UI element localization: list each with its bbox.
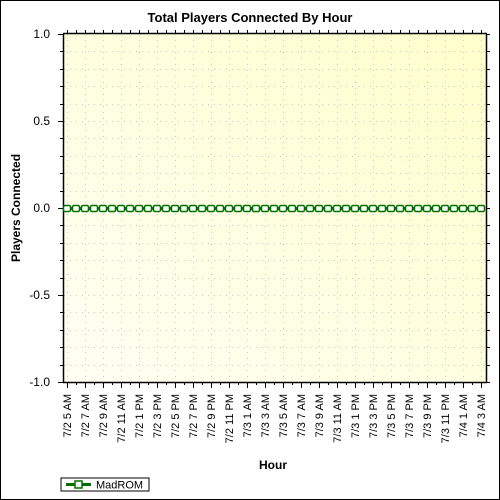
legend-marker-icon	[74, 480, 83, 489]
x-tick-label: 7/3 3 AM	[260, 394, 272, 437]
x-tick-label: 7/2 11 PM	[224, 394, 236, 443]
x-tick-label: 7/3 3 PM	[368, 394, 380, 438]
x-tick-label: 7/2 5 AM	[62, 394, 74, 437]
data-point-marker	[224, 204, 234, 213]
data-point-marker	[458, 204, 468, 213]
data-point-marker	[359, 204, 369, 213]
data-point-marker	[107, 204, 117, 213]
x-tick-label: 7/3 11 AM	[332, 394, 344, 443]
x-tick-label: 7/2 11 AM	[116, 394, 128, 443]
x-tick-label: 7/2 3 PM	[152, 394, 164, 438]
data-point-marker	[404, 204, 414, 213]
x-tick-label: 7/3 5 AM	[278, 394, 290, 437]
data-point-marker	[323, 204, 333, 213]
data-point-marker	[449, 204, 459, 213]
series-madrom	[62, 204, 486, 213]
y-tick-label: -0.5	[29, 288, 50, 302]
y-tick-label: 0.5	[33, 114, 50, 128]
data-point-marker	[269, 204, 279, 213]
x-tick-label: 7/3 11 PM	[440, 394, 452, 443]
data-point-marker	[179, 204, 189, 213]
x-tick-label: 7/3 9 PM	[422, 394, 434, 438]
data-point-marker	[287, 204, 297, 213]
data-point-marker	[386, 204, 396, 213]
data-point-marker	[395, 204, 405, 213]
x-tick-label: 7/3 7 AM	[296, 394, 308, 437]
data-point-marker	[422, 204, 432, 213]
data-point-marker	[215, 204, 225, 213]
data-point-marker	[71, 204, 81, 213]
data-point-marker	[314, 204, 324, 213]
y-axis-title: Players Connected	[9, 154, 23, 262]
data-point-marker	[341, 204, 351, 213]
data-point-marker	[125, 204, 135, 213]
data-point-marker	[305, 204, 315, 213]
legend-label: MadROM	[96, 480, 143, 492]
data-point-marker	[377, 204, 387, 213]
data-point-marker	[206, 204, 216, 213]
data-point-marker	[440, 204, 450, 213]
x-tick-label: 7/3 9 AM	[314, 394, 326, 437]
data-point-marker	[152, 204, 162, 213]
x-tick-label: 7/2 1 PM	[134, 394, 146, 438]
data-point-marker	[296, 204, 306, 213]
x-tick-label: 7/4 1 AM	[458, 394, 470, 437]
data-point-marker	[89, 204, 99, 213]
legend: MadROM	[60, 477, 150, 492]
y-tick-label: -1.0	[29, 375, 50, 389]
data-point-marker	[242, 204, 252, 213]
y-tick-label: 0.0	[33, 201, 50, 215]
data-point-marker	[467, 204, 477, 213]
x-tick-label: 7/2 7 PM	[188, 394, 200, 438]
data-point-marker	[233, 204, 243, 213]
x-tick-label: 7/2 7 AM	[80, 394, 92, 437]
data-point-marker	[170, 204, 180, 213]
data-point-marker	[98, 204, 108, 213]
data-point-marker	[368, 204, 378, 213]
x-tick-label: 7/2 5 PM	[170, 394, 182, 438]
x-tick-label: 7/3 5 PM	[386, 394, 398, 438]
x-tick-label: 7/3 1 AM	[242, 394, 254, 437]
data-point-marker	[413, 204, 423, 213]
data-point-marker	[350, 204, 360, 213]
data-point-marker	[188, 204, 198, 213]
data-point-marker	[62, 204, 72, 213]
chart-svg: Total Players Connected By Hour 1.0 0.5 0.…	[9, 10, 490, 492]
x-tick-label: 7/3 7 PM	[404, 394, 416, 438]
data-point-marker	[116, 204, 126, 213]
x-tick-label: 7/3 1 PM	[350, 394, 362, 438]
data-point-marker	[134, 204, 144, 213]
data-point-marker	[80, 204, 90, 213]
data-point-marker	[431, 204, 441, 213]
chart-title: Total Players Connected By Hour	[148, 10, 353, 25]
data-point-marker	[260, 204, 270, 213]
data-point-marker	[332, 204, 342, 213]
data-point-marker	[278, 204, 288, 213]
x-tick-label: 7/4 3 AM	[476, 394, 488, 437]
x-tick-label: 7/2 9 PM	[206, 394, 218, 438]
data-point-marker	[476, 204, 486, 213]
data-point-marker	[197, 204, 207, 213]
x-tick-label: 7/2 9 AM	[98, 394, 110, 437]
data-point-marker	[161, 204, 171, 213]
x-axis-title: Hour	[259, 458, 287, 472]
data-point-marker	[251, 204, 261, 213]
data-point-marker	[143, 204, 153, 213]
y-tick-label: 1.0	[33, 27, 50, 41]
